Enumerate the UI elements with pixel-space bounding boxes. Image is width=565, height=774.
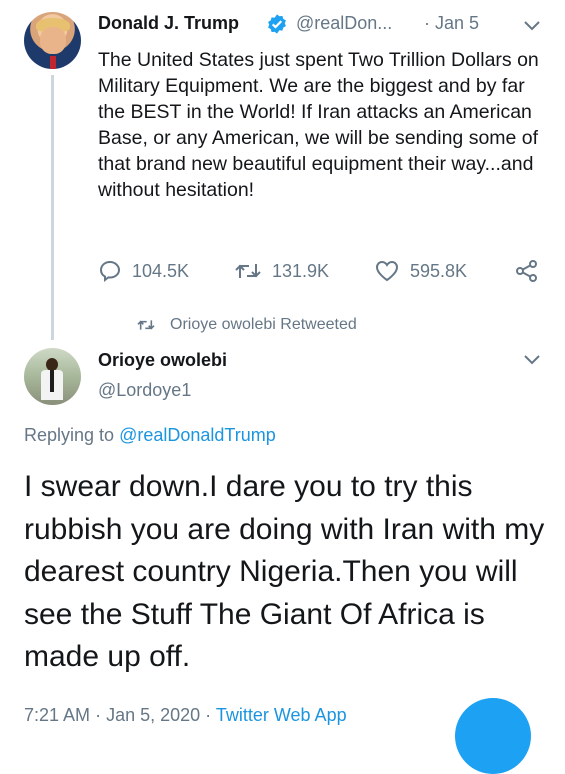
- compose-tweet-button[interactable]: [455, 698, 531, 774]
- like-count: 595.8K: [410, 260, 468, 281]
- reply-tweet-text: I swear down.I dare you to try this rubb…: [24, 470, 545, 673]
- original-author-handle[interactable]: @realDon...: [296, 13, 392, 34]
- share-icon: [516, 260, 537, 282]
- retweet-icon: [235, 264, 261, 278]
- meta-separator: ·: [205, 705, 212, 725]
- reply-icon: [99, 260, 121, 283]
- date-separator: ·: [424, 13, 430, 33]
- thread-connector-line: [51, 75, 54, 340]
- like-button[interactable]: 595.8K: [374, 258, 467, 284]
- reply-author-handle[interactable]: @Lordoye1: [98, 380, 191, 401]
- original-tweet-date[interactable]: · Jan 5: [424, 13, 479, 34]
- retweet-button[interactable]: 131.9K: [234, 258, 329, 284]
- reply-count: 104.5K: [132, 260, 190, 281]
- heart-icon: [375, 260, 399, 282]
- reply-button[interactable]: 104.5K: [98, 258, 189, 284]
- retweet-icon: [137, 320, 155, 330]
- original-tweet-text: The United States just spent Two Trillio…: [98, 49, 539, 201]
- retweeted-by-label: Orioye owolebi Retweeted: [170, 316, 357, 333]
- meta-separator: ·: [95, 705, 102, 725]
- orioye-avatar[interactable]: [24, 348, 81, 405]
- reply-author-name[interactable]: Orioye owolebi: [98, 350, 227, 371]
- tweet-metadata: 7:21 AM · Jan 5, 2020 · Twitter Web App: [24, 705, 347, 726]
- original-tweet-date-text[interactable]: Jan 5: [435, 13, 479, 33]
- verified-badge-icon: [268, 14, 286, 34]
- replying-to-line: Replying to @realDonaldTrump: [24, 425, 276, 446]
- retweet-count: 131.9K: [272, 260, 330, 281]
- source-app-link[interactable]: Twitter Web App: [216, 705, 347, 725]
- trump-avatar[interactable]: [24, 12, 81, 69]
- replying-to-mention[interactable]: @realDonaldTrump: [119, 425, 276, 445]
- reply-time: 7:21 AM: [24, 705, 91, 725]
- reply-date: Jan 5, 2020: [106, 705, 201, 725]
- retweeted-by-row[interactable]: Orioye owolebi Retweeted: [136, 316, 357, 334]
- share-button[interactable]: [514, 258, 550, 284]
- chevron-down-icon[interactable]: [523, 354, 541, 366]
- original-author-name[interactable]: Donald J. Trump: [98, 13, 239, 34]
- chevron-down-icon[interactable]: [523, 20, 541, 32]
- replying-to-prefix: Replying to: [24, 425, 120, 445]
